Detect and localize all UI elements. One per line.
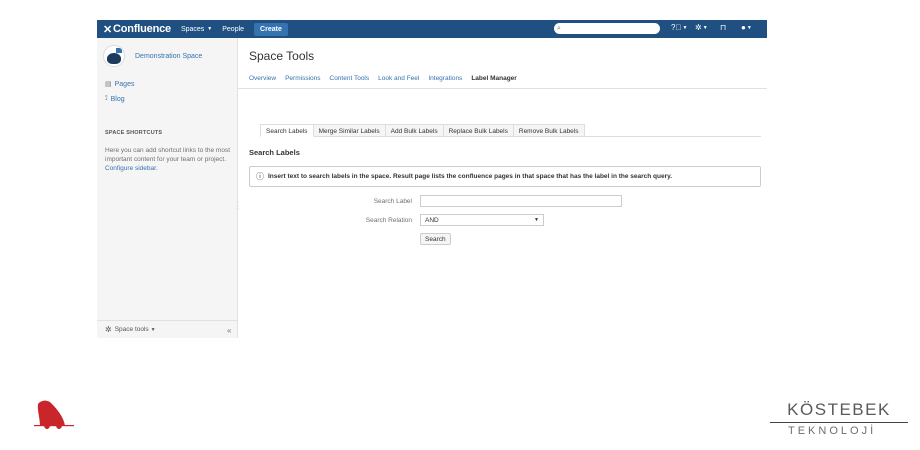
people-label: People xyxy=(222,25,245,33)
chevron-down-icon: ▼ xyxy=(207,26,213,32)
inbox-icon: ⊓ xyxy=(720,23,727,32)
confluence-window: ✕ Confluence Spaces ▼ People Create ⌕ ?⃝… xyxy=(97,20,767,338)
brand-underline xyxy=(770,422,908,423)
tab-merge-similar-labels[interactable]: Merge Similar Labels xyxy=(313,124,386,137)
space-header[interactable]: Demonstration Space xyxy=(103,45,202,67)
pages-icon: ▤ xyxy=(105,81,112,88)
top-navigation-bar: ✕ Confluence Spaces ▼ People Create ⌕ ?⃝… xyxy=(97,20,767,38)
shortcuts-text: Here you can add shortcut links to the m… xyxy=(105,147,231,163)
kostebek-teknoloji-logo: KÖSTEBEK TEKNOLOJİ xyxy=(770,400,908,440)
search-input[interactable]: ⌕ xyxy=(554,23,660,34)
search-label-label: Search Label xyxy=(373,198,412,205)
chevron-down-icon: ▼ xyxy=(746,24,752,31)
divider xyxy=(238,88,767,89)
confluence-x-icon: ✕ xyxy=(103,23,113,36)
tab-replace-bulk-labels[interactable]: Replace Bulk Labels xyxy=(443,124,514,137)
settings-menu[interactable]: ✲ ▼ xyxy=(695,23,708,32)
chevron-down-icon: ▼ xyxy=(534,217,539,223)
info-message: ⓘ Insert text to search labels in the sp… xyxy=(249,166,761,187)
search-button[interactable]: Search xyxy=(420,233,451,245)
space-tools-nav: Overview Permissions Content Tools Look … xyxy=(249,75,526,82)
gear-icon: ✲ xyxy=(695,23,702,32)
search-relation-label: Search Relation xyxy=(365,217,412,224)
create-button[interactable]: Create xyxy=(254,22,288,36)
notifications-button[interactable]: ⊓ xyxy=(720,23,726,32)
tab-content-tools[interactable]: Content Tools xyxy=(330,75,370,82)
space-avatar xyxy=(103,45,125,67)
spaces-label: Spaces xyxy=(180,25,205,33)
tab-look-and-feel[interactable]: Look and Feel xyxy=(378,75,419,82)
search-icon: ⌕ xyxy=(557,24,561,32)
tab-integrations[interactable]: Integrations xyxy=(428,75,462,82)
section-title: Search Labels xyxy=(249,148,300,157)
brand-name: KÖSTEBEK xyxy=(787,400,891,419)
page-title: Space Tools xyxy=(249,49,315,63)
shortcuts-help-text: Here you can add shortcut links to the m… xyxy=(105,146,233,173)
sidebar-item-pages[interactable]: ▤ Pages xyxy=(105,80,135,89)
people-link[interactable]: People xyxy=(222,26,244,33)
tab-add-bulk-labels[interactable]: Add Bulk Labels xyxy=(385,124,444,137)
confluence-logo[interactable]: ✕ Confluence xyxy=(103,23,171,36)
sidebar-item-label: Blog xyxy=(110,95,125,103)
chevron-down-icon: ▼ xyxy=(682,24,688,31)
sidebar-item-label: Pages xyxy=(114,80,135,88)
mole-icon xyxy=(107,53,121,64)
space-tools-menu[interactable]: Space tools xyxy=(115,326,149,333)
tab-label-manager[interactable]: Label Manager xyxy=(471,75,517,82)
search-label-input[interactable] xyxy=(420,195,622,207)
help-icon: ?⃝ xyxy=(671,23,682,32)
shortcuts-heading: SPACE SHORTCUTS xyxy=(105,130,163,136)
tab-remove-bulk-labels[interactable]: Remove Bulk Labels xyxy=(513,124,585,137)
flag-icon xyxy=(116,48,122,53)
info-icon: ⓘ xyxy=(256,172,264,181)
gear-icon: ✲ xyxy=(105,325,112,334)
tab-search-labels[interactable]: Search Labels xyxy=(260,124,314,137)
label-manager-tabs: Search Labels Merge Similar Labels Add B… xyxy=(260,124,585,137)
chevron-down-icon: ▼ xyxy=(150,326,156,333)
logo-text: Confluence xyxy=(113,23,171,35)
brand-subtitle: TEKNOLOJİ xyxy=(788,425,877,437)
info-text: Insert text to search labels in the spac… xyxy=(268,173,673,180)
space-sidebar: Demonstration Space ▤ Pages ⟟ Blog SPACE… xyxy=(97,38,238,338)
sidebar-item-blog[interactable]: ⟟ Blog xyxy=(105,95,125,103)
space-name-link[interactable]: Demonstration Space xyxy=(135,53,202,60)
main-content: Space Tools Overview Permissions Content… xyxy=(238,38,767,338)
tab-overview[interactable]: Overview xyxy=(249,75,276,82)
configure-sidebar-link[interactable]: Configure sidebar. xyxy=(105,165,158,172)
slide: ✕ Confluence Spaces ▼ People Create ⌕ ?⃝… xyxy=(0,0,920,450)
help-menu[interactable]: ?⃝ ▼ xyxy=(671,23,687,32)
tab-permissions[interactable]: Permissions xyxy=(285,75,320,82)
sidebar-footer: ✲ Space tools ▼ « xyxy=(97,320,237,338)
rss-icon: ⟟ xyxy=(105,95,108,102)
user-avatar-icon: ● xyxy=(741,23,746,32)
chevron-down-icon: ▼ xyxy=(702,24,708,31)
user-menu[interactable]: ● ▼ xyxy=(741,23,752,32)
collapse-sidebar-icon[interactable]: « xyxy=(227,326,231,335)
spaces-menu[interactable]: Spaces ▼ xyxy=(181,26,212,33)
mole-mascot-logo xyxy=(34,400,74,429)
relation-value: AND xyxy=(425,216,439,224)
search-relation-select[interactable]: AND ▼ xyxy=(420,214,544,226)
